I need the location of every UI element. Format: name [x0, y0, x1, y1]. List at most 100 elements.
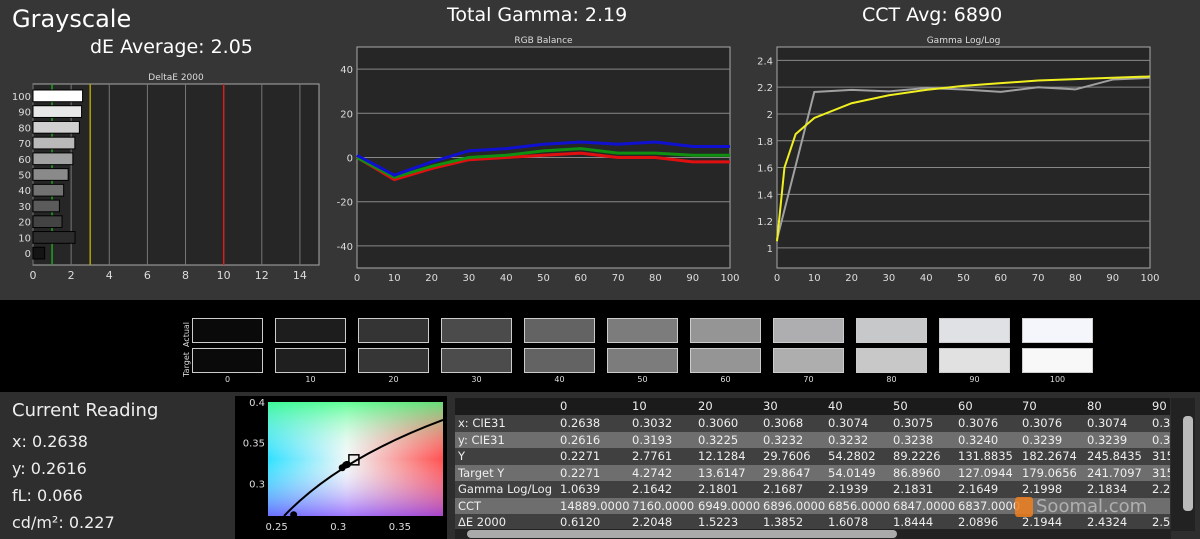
- table-cell: CCT: [458, 498, 482, 513]
- x-tick-label: 0: [774, 273, 780, 284]
- chart-title: DeltaE 2000: [148, 73, 204, 83]
- x-tick-label: 14: [293, 269, 307, 282]
- x-tick-label: 0: [30, 269, 37, 282]
- table-cell: 50: [893, 399, 908, 413]
- table-cell: 0.3076: [1022, 416, 1063, 430]
- table-cell: 12.1284: [698, 449, 746, 463]
- x-tick-label: 70: [1032, 273, 1045, 284]
- table-cell: 54.2802: [828, 449, 876, 463]
- deltae-bar: [32, 89, 84, 103]
- actual-swatch: [358, 318, 429, 343]
- y-tick-label: 30: [18, 202, 31, 213]
- table-cell: 0.3074: [1087, 416, 1128, 430]
- table-cell: 54.0149: [828, 465, 876, 480]
- table-cell: 20: [698, 399, 713, 413]
- table-cell: 0.324: [1152, 432, 1170, 447]
- table-cell: 89.2226: [893, 449, 941, 463]
- plot-area: [776, 46, 1151, 269]
- deltae-bar: [32, 246, 46, 260]
- table-cell: 127.0944: [958, 465, 1013, 480]
- x-tick-label: 30: [883, 273, 896, 284]
- y-tick-label: 2: [767, 110, 773, 121]
- x-tick-label: 80: [649, 273, 662, 284]
- table-cell: 6837.0000: [958, 498, 1021, 513]
- swatch-label: 40: [554, 375, 565, 384]
- deltae-bar: [32, 168, 69, 181]
- chromaticity-overlay: [268, 402, 443, 516]
- swatch-label: 10: [305, 375, 316, 384]
- x-tick-label: 10: [217, 269, 231, 282]
- actual-swatch: [1022, 318, 1093, 343]
- table-cell: 245.8435: [1087, 449, 1142, 463]
- table-cell: 0.3060: [698, 416, 739, 430]
- cie-chart: 0.25 0.3 0.35 0.4 0.35 0.3: [235, 396, 447, 539]
- table-cell: 86.8960: [893, 465, 941, 480]
- de-average: dE Average: 2.05: [90, 36, 253, 58]
- x-tick-label: 4: [106, 269, 113, 282]
- gamma-chart: Gamma Log/Log2.42.221.81.61.41.210 10 20 30…: [757, 36, 1159, 284]
- deltae-chart: DeltaE 20000 2 4 6 8 10 12 14100908070605040302…: [12, 73, 320, 282]
- y-tick-label: 1: [767, 244, 773, 255]
- x-tick-label: 40: [920, 273, 933, 284]
- x-tick-label: 0: [354, 273, 360, 284]
- table-cell: 0.2271: [560, 465, 601, 480]
- x-tick-label: 90: [686, 273, 699, 284]
- watermark-logo-icon: [1015, 497, 1033, 517]
- deltae-bar: [32, 199, 60, 213]
- x-tick-label: 2: [68, 269, 75, 282]
- table-cell: 241.7097: [1087, 465, 1142, 480]
- h-scrollbar-thumb[interactable]: [467, 530, 897, 538]
- horizontal-scrollbar[interactable]: [455, 529, 1171, 539]
- y-tick-label: 20: [18, 218, 31, 229]
- table-row: x: CIE31 0.2638 0.3032 0.3060 0.3068 0.3074 0.…: [455, 415, 1170, 432]
- x-tick-label: 20: [425, 273, 438, 284]
- y-tick-label: -40: [337, 242, 353, 253]
- table-cell: 1.0639: [560, 482, 601, 496]
- deltae-bar: [32, 231, 76, 244]
- x-tick-label: 6: [144, 269, 151, 282]
- reading-x: x: 0.2638: [12, 432, 88, 451]
- y-tick-label: 2.2: [757, 83, 773, 94]
- actual-swatch: [607, 318, 678, 343]
- x-tick-label: 0.25: [265, 522, 287, 533]
- deltae-bar: [32, 215, 63, 229]
- table-cell: 80: [1087, 399, 1102, 413]
- table-cell: 0.2271: [560, 449, 601, 463]
- table-cell: 0.3232: [828, 432, 869, 447]
- scrollbar-thumb[interactable]: [1183, 416, 1193, 511]
- x-tick-label: 0.35: [389, 522, 411, 533]
- table-cell: 315.9: [1152, 449, 1170, 463]
- swatch-band: [0, 300, 1200, 392]
- chart-title: RGB Balance: [514, 36, 573, 46]
- table-cell: 182.2674: [1022, 449, 1077, 463]
- rgb-balance-chart: RGB Balance 40 20 0 -20 -40 0 10 20 30 40 50 60 70 80 9…: [337, 36, 740, 284]
- x-tick-label: 60: [994, 273, 1007, 284]
- deltae-bar: [32, 183, 65, 197]
- table-cell: 90: [1152, 399, 1167, 413]
- table-cell: 2.256: [1152, 482, 1170, 496]
- swatch-label: 90: [969, 375, 980, 384]
- vertical-scrollbar[interactable]: [1171, 398, 1195, 531]
- x-tick-label: 12: [255, 269, 269, 282]
- table-cell: 70: [1022, 399, 1037, 413]
- x-tick-label: 8: [182, 269, 189, 282]
- table-cell: 0: [560, 399, 568, 413]
- y-tick-label: 1.4: [757, 190, 773, 201]
- swatch-label: 80: [886, 375, 897, 384]
- deltae-bar: [32, 105, 83, 118]
- table-row: y: CIE31 0.2616 0.3193 0.3225 0.3232 0.3232 0.…: [455, 431, 1170, 449]
- table-cell: 131.8835: [958, 449, 1013, 463]
- y-tick-label: 0.35: [243, 439, 265, 450]
- swatch-label: 50: [637, 375, 648, 384]
- y-tick-label: 90: [18, 108, 31, 119]
- table-cell: 315.5: [1152, 465, 1170, 480]
- table-cell: 0.3075: [893, 416, 934, 430]
- x-tick-label: 70: [612, 273, 625, 284]
- table-cell: 0.3076: [958, 416, 999, 430]
- x-tick-label: 50: [957, 273, 970, 284]
- actual-swatch: [192, 318, 263, 343]
- target-swatch: [856, 348, 927, 373]
- actual-swatch: [524, 318, 595, 343]
- table-cell: 6856.0000: [828, 498, 891, 513]
- table-cell: 0.2638: [560, 416, 601, 430]
